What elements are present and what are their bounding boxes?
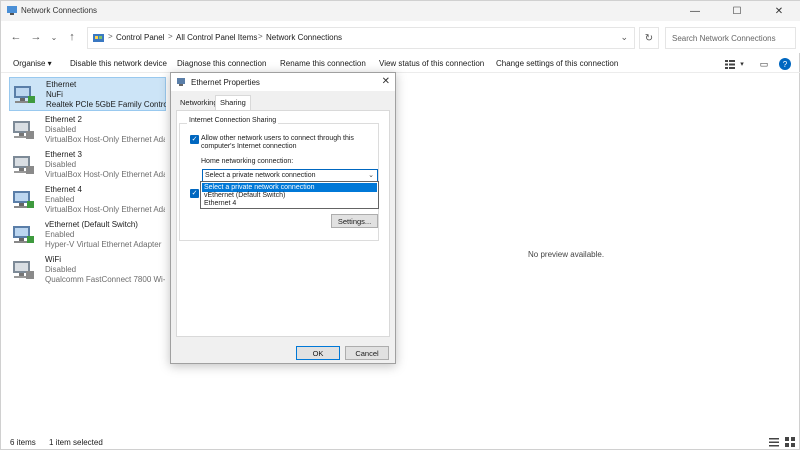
connection-item-ethernet-2[interactable]: Ethernet 2 Disabled VirtualBox Host-Only…: [9, 113, 166, 147]
disable-device-button[interactable]: Disable this network device: [70, 59, 167, 68]
window-title: Network Connections: [21, 6, 98, 15]
status-bar: 6 items 1 item selected: [1, 433, 800, 451]
breadcrumb-separator: >: [258, 32, 263, 41]
connection-name: Ethernet 4: [45, 185, 82, 194]
help-icon[interactable]: ?: [779, 58, 791, 70]
maximize-button[interactable]: ☐: [717, 1, 757, 21]
large-icons-view-icon[interactable]: [785, 437, 795, 447]
connection-name: Ethernet: [46, 80, 77, 89]
breadcrumb-control-panel[interactable]: Control Panel: [116, 33, 164, 42]
selection-count: 1 item selected: [49, 438, 103, 447]
recent-locations-icon[interactable]: ⌄: [47, 30, 61, 44]
preview-pane-icon[interactable]: ▭: [757, 58, 771, 70]
cancel-button[interactable]: Cancel: [345, 346, 389, 360]
title-bar: Network Connections — ☐ ✕: [1, 1, 800, 21]
breadcrumb-separator: >: [168, 32, 173, 41]
breadcrumb-network-connections[interactable]: Network Connections: [266, 33, 342, 42]
dialog-title: Ethernet Properties: [191, 78, 260, 87]
search-input[interactable]: Search Network Connections: [665, 27, 796, 49]
organise-menu[interactable]: Organise ▾: [13, 59, 52, 68]
network-connections-icon: [7, 6, 17, 15]
connection-adapter: Qualcomm FastConnect 7800 Wi-Fi: [45, 275, 165, 284]
allow-sharing-checkbox[interactable]: ✓: [190, 135, 199, 144]
network-adapter-icon: [13, 121, 34, 139]
back-icon[interactable]: ←: [9, 30, 23, 44]
connection-name: Ethernet 2: [45, 115, 82, 124]
forward-icon[interactable]: →: [29, 30, 43, 44]
network-adapter-icon: [13, 191, 34, 208]
connection-name: WiFi: [45, 255, 61, 264]
allow-control-checkbox[interactable]: ✓: [190, 189, 199, 198]
tab-sharing[interactable]: Sharing: [215, 95, 251, 111]
connection-name: vEthernet (Default Switch): [45, 220, 138, 229]
ok-button[interactable]: OK: [296, 346, 340, 360]
minimize-button[interactable]: —: [675, 1, 715, 21]
settings-button[interactable]: Settings...: [331, 214, 378, 228]
address-dropdown-icon[interactable]: ⌄: [620, 32, 628, 43]
connection-item-ethernet-3[interactable]: Ethernet 3 Disabled VirtualBox Host-Only…: [9, 148, 166, 182]
rename-button[interactable]: Rename this connection: [280, 59, 366, 68]
connection-status: Enabled: [45, 195, 75, 204]
details-view-icon[interactable]: [769, 437, 779, 447]
connection-item-ethernet[interactable]: Ethernet NuFi Realtek PCIe 5GbE Family C…: [9, 77, 166, 111]
command-bar: Organise ▾ Disable this network device D…: [1, 55, 800, 73]
address-field[interactable]: > Control Panel > All Control Panel Item…: [87, 27, 635, 49]
home-connection-value: Select a private network connection: [205, 172, 316, 179]
home-connection-label: Home networking connection:: [201, 158, 294, 165]
connection-adapter: Realtek PCIe 5GbE Family Controller: [46, 100, 166, 109]
close-button[interactable]: ✕: [759, 1, 799, 21]
allow-sharing-label-2: computer's Internet connection: [201, 143, 297, 150]
view-options-dropdown-icon[interactable]: ▾: [735, 58, 749, 70]
diagnose-button[interactable]: Diagnose this connection: [177, 59, 266, 68]
refresh-icon[interactable]: ↻: [639, 27, 659, 49]
up-icon[interactable]: ↑: [65, 30, 79, 44]
breadcrumb-separator: >: [108, 32, 113, 41]
network-adapter-icon: [13, 156, 34, 174]
connection-status: NuFi: [46, 90, 63, 99]
connection-name: Ethernet 3: [45, 150, 82, 159]
connection-item-ethernet-4[interactable]: Ethernet 4 Enabled VirtualBox Host-Only …: [9, 183, 166, 217]
connection-item-wifi[interactable]: WiFi Disabled Qualcomm FastConnect 7800 …: [9, 253, 166, 287]
dialog-title-bar: Ethernet Properties ✕: [171, 73, 395, 91]
search-placeholder: Search Network Connections: [672, 34, 776, 43]
network-adapter-icon: [177, 78, 185, 86]
ics-group-label: Internet Connection Sharing: [187, 117, 279, 124]
connection-adapter: VirtualBox Host-Only Ethernet Adapter: [45, 205, 165, 214]
breadcrumb-all-items[interactable]: All Control Panel Items: [176, 33, 257, 42]
item-count: 6 items: [10, 438, 36, 447]
view-options-icon[interactable]: [725, 60, 735, 69]
ethernet-properties-dialog: Ethernet Properties ✕ Networking Sharing…: [170, 72, 396, 364]
connection-status: Enabled: [45, 230, 75, 239]
connection-item-vethernet[interactable]: vEthernet (Default Switch) Enabled Hyper…: [9, 218, 166, 252]
dialog-close-button[interactable]: ✕: [382, 76, 390, 87]
explorer-window: Network Connections — ☐ ✕ ← → ⌄ ↑ > Cont…: [0, 0, 800, 450]
home-connection-dropdown-list: Select a private network connection vEth…: [200, 181, 379, 209]
control-panel-icon: [93, 34, 104, 42]
connections-list: Ethernet NuFi Realtek PCIe 5GbE Family C…: [1, 73, 171, 433]
dropdown-option[interactable]: Ethernet 4: [202, 199, 377, 208]
connection-status: Disabled: [45, 125, 77, 134]
network-adapter-icon: [13, 226, 34, 243]
connection-adapter: VirtualBox Host-Only Ethernet Adapter: [45, 170, 165, 179]
change-settings-button[interactable]: Change settings of this connection: [496, 59, 618, 68]
connection-adapter: Hyper-V Virtual Ethernet Adapter: [45, 240, 162, 249]
wifi-adapter-icon: [13, 261, 34, 279]
chevron-down-icon[interactable]: ⌄: [368, 171, 374, 179]
connection-status: Disabled: [45, 160, 77, 169]
allow-sharing-label-1: Allow other network users to connect thr…: [201, 135, 354, 142]
preview-message: No preview available.: [528, 250, 605, 259]
connection-status: Disabled: [45, 265, 77, 274]
connection-adapter: VirtualBox Host-Only Ethernet Adapter: [45, 135, 165, 144]
network-adapter-icon: [14, 86, 35, 103]
view-status-button[interactable]: View status of this connection: [379, 59, 484, 68]
